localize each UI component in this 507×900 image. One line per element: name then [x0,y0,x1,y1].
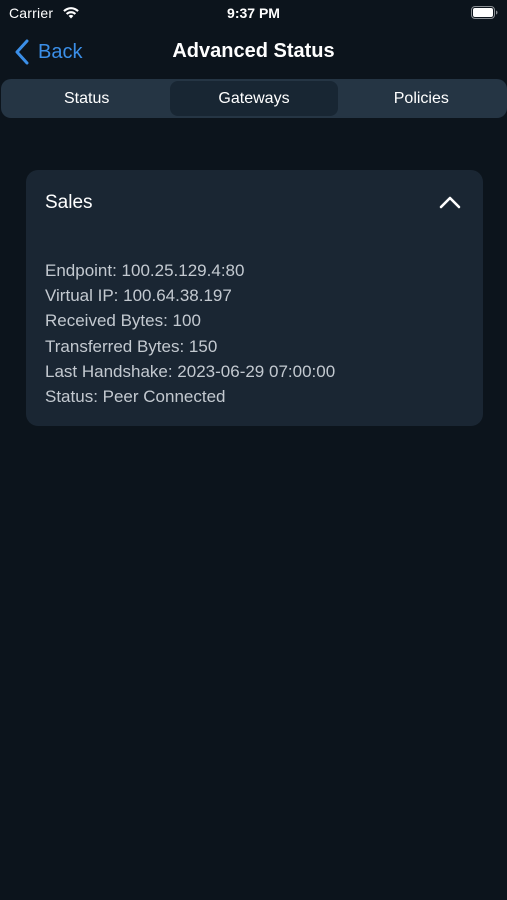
advanced-status-screen: Carrier 9:37 PM Back Advanced Status Sta… [0,0,507,900]
page-title: Advanced Status [172,40,335,62]
status-detail: Status: Peer Connected [45,387,226,407]
gateway-card: Sales Endpoint: 100.25.129.4:80 Virtual … [26,170,483,426]
chevron-up-icon[interactable] [439,195,461,209]
tab-gateways[interactable]: Gateways [170,81,338,116]
received-bytes-detail: Received Bytes: 100 [45,311,201,331]
gateway-details: Endpoint: 100.25.129.4:80 Virtual IP: 10… [45,258,335,409]
clock-time: 9:37 PM [227,5,280,21]
virtual-ip-detail: Virtual IP: 100.64.38.197 [45,286,232,306]
navigation-bar: Back Advanced Status [0,28,507,76]
segmented-control: Status Gateways Policies [1,79,507,118]
tab-policies[interactable]: Policies [338,81,505,116]
transferred-bytes-detail: Transferred Bytes: 150 [45,336,218,356]
status-bar: Carrier 9:37 PM [0,0,507,28]
tab-status[interactable]: Status [3,81,170,116]
endpoint-detail: Endpoint: 100.25.129.4:80 [45,261,245,280]
gateway-card-header[interactable]: Sales [26,170,483,236]
last-handshake-detail: Last Handshake: 2023-06-29 07:00:00 [45,361,336,381]
battery-icon [471,6,498,19]
gateway-name: Sales [45,192,93,213]
